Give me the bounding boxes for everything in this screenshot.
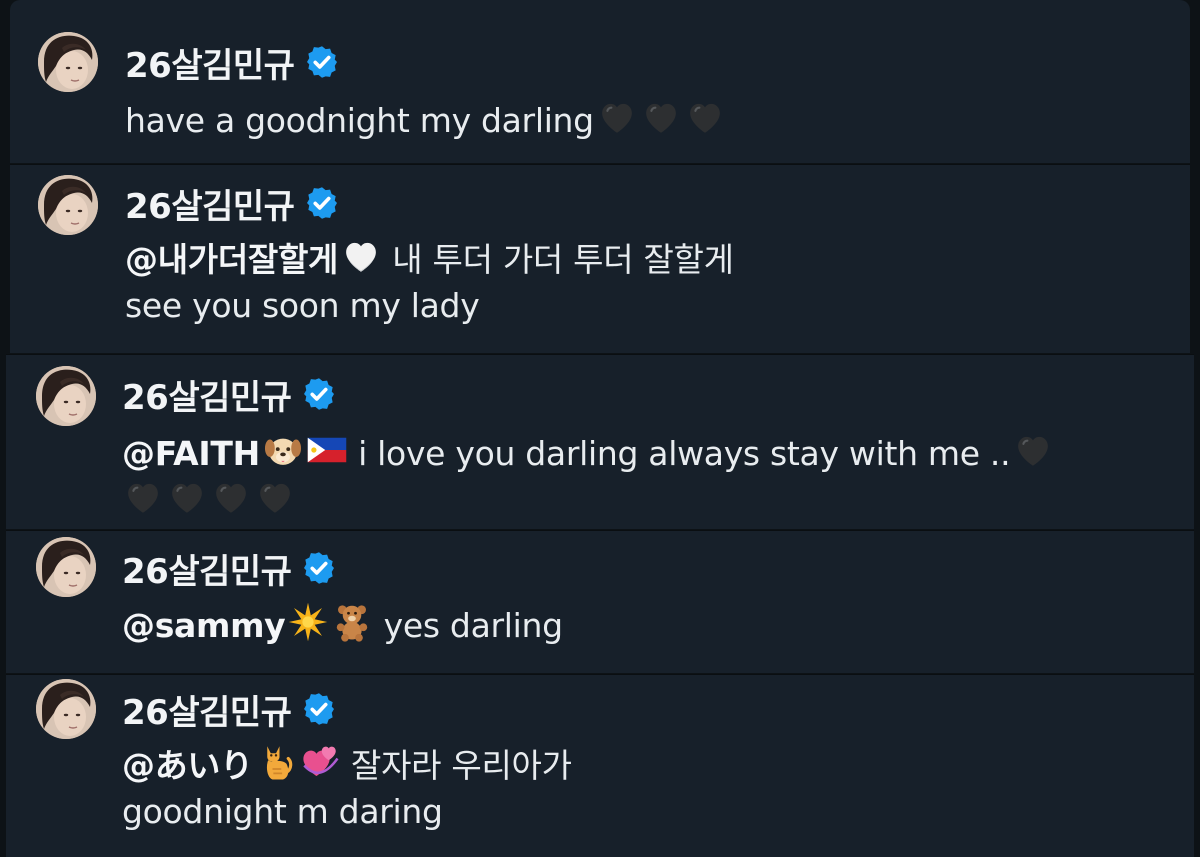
username[interactable]: 26살김민규 bbox=[122, 685, 292, 734]
mention-link[interactable]: @あいり bbox=[122, 746, 253, 785]
mention-link[interactable]: @sammy bbox=[122, 606, 286, 645]
revolving-hearts-icon bbox=[299, 741, 341, 794]
black-heart-icon bbox=[596, 96, 638, 149]
comment-text: i love you darling always stay with me .… bbox=[358, 434, 1011, 473]
verified-badge-icon bbox=[304, 44, 340, 80]
comment-card[interactable]: 26살김민규 @あいり 잘자라 우리아가 goodnight m daring bbox=[6, 674, 1194, 857]
comment-card[interactable]: 26살김민규 @sammy yes darling bbox=[6, 530, 1194, 673]
black-heart-icon bbox=[166, 476, 208, 529]
mention-link[interactable]: @내가더잘할게 bbox=[125, 240, 338, 279]
avatar[interactable] bbox=[36, 679, 96, 739]
comment-card[interactable]: 26살김민규 @FAITH i love you darling always … bbox=[6, 354, 1194, 529]
avatar[interactable] bbox=[38, 175, 98, 235]
dog-face-icon bbox=[262, 429, 304, 482]
comment-text: yes darling bbox=[383, 606, 563, 645]
black-heart-icon bbox=[122, 476, 164, 529]
username[interactable]: 26살김민규 bbox=[122, 544, 292, 593]
avatar[interactable] bbox=[36, 537, 96, 597]
verified-badge-icon bbox=[301, 691, 337, 727]
sparkle-star-icon bbox=[287, 601, 329, 654]
comment-text-line2: see you soon my lady bbox=[125, 286, 480, 325]
verified-badge-icon bbox=[304, 185, 340, 221]
avatar[interactable] bbox=[38, 32, 98, 92]
comment-text-line2: goodnight m daring bbox=[122, 792, 443, 831]
teddy-bear-icon bbox=[331, 601, 373, 654]
black-heart-icon bbox=[210, 476, 252, 529]
username[interactable]: 26살김민규 bbox=[125, 179, 295, 228]
avatar[interactable] bbox=[36, 366, 96, 426]
black-heart-icon bbox=[684, 96, 726, 149]
comment-card[interactable]: 26살김민규 @내가더잘할게 내 투더 가더 투더 잘할게 see you so… bbox=[10, 164, 1190, 353]
comment-card[interactable]: 26살김민규 have a goodnight my darling bbox=[10, 0, 1190, 163]
black-heart-icon bbox=[1012, 429, 1054, 482]
comment-text: 내 투더 가더 투더 잘할게 bbox=[392, 240, 734, 279]
black-heart-icon bbox=[640, 96, 682, 149]
white-heart-icon bbox=[340, 235, 382, 288]
comment-text: have a goodnight my darling bbox=[125, 101, 594, 140]
username[interactable]: 26살김민규 bbox=[122, 370, 292, 419]
verified-badge-icon bbox=[301, 376, 337, 412]
black-heart-icon bbox=[254, 476, 296, 529]
comment-text: 잘자라 우리아가 bbox=[351, 746, 572, 785]
username[interactable]: 26살김민규 bbox=[125, 38, 295, 87]
cat-icon bbox=[255, 741, 297, 794]
philippines-flag-icon bbox=[306, 429, 348, 482]
mention-link[interactable]: @FAITH bbox=[122, 434, 260, 473]
verified-badge-icon bbox=[301, 550, 337, 586]
